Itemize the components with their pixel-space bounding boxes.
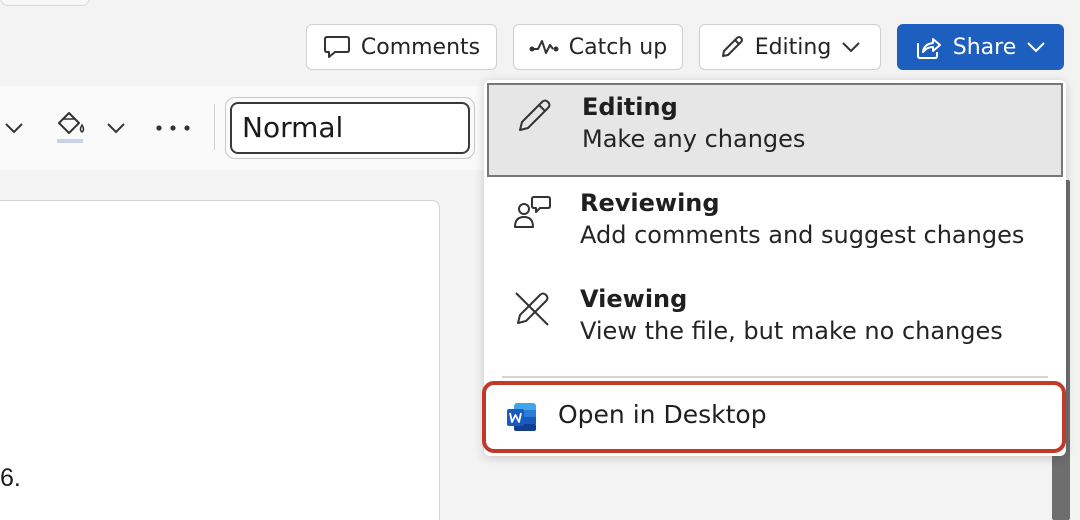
reviewer-icon	[512, 193, 552, 233]
menu-item-description: View the file, but make no changes	[580, 317, 1003, 345]
chevron-down-icon[interactable]	[104, 114, 128, 142]
shading-icon[interactable]	[52, 106, 88, 146]
comments-button[interactable]: Comments	[306, 24, 497, 70]
catch-up-button[interactable]: Catch up	[513, 24, 683, 70]
chevron-down-icon[interactable]	[2, 114, 26, 142]
share-icon	[915, 34, 943, 60]
open-in-desktop-label: Open in Desktop	[558, 400, 767, 429]
comments-label: Comments	[360, 34, 481, 60]
menu-item-editing[interactable]: Editing Make any changes	[487, 83, 1063, 177]
pencil-icon	[514, 96, 554, 136]
menu-item-title: Editing	[582, 93, 678, 121]
menu-item-viewing[interactable]: Viewing View the file, but make no chang…	[484, 275, 1066, 369]
chevron-down-icon	[841, 40, 861, 54]
document-text: 6.	[0, 464, 21, 492]
menu-item-reviewing[interactable]: Reviewing Add comments and suggest chang…	[484, 179, 1066, 273]
word-app-icon	[506, 401, 538, 433]
menu-divider	[502, 376, 1048, 378]
style-picker[interactable]: Normal	[230, 102, 470, 154]
app-window: Comments Catch up Editing Share Normal 6…	[0, 0, 1080, 520]
menu-item-title: Reviewing	[580, 189, 720, 217]
editing-label: Editing	[754, 34, 832, 60]
menu-item-description: Add comments and suggest changes	[580, 221, 1025, 249]
pencil-off-icon	[512, 289, 552, 329]
more-options-icon[interactable]	[152, 114, 194, 142]
open-in-desktop-button[interactable]: Open in Desktop	[484, 384, 1066, 450]
document-page[interactable]	[0, 200, 440, 520]
editing-mode-button[interactable]: Editing	[699, 24, 881, 70]
mode-menu: Editing Make any changes Reviewing Add c…	[484, 80, 1066, 456]
chevron-down-icon	[1026, 40, 1046, 54]
share-button[interactable]: Share	[897, 24, 1064, 70]
comment-icon	[323, 34, 351, 60]
menu-item-description: Make any changes	[582, 125, 806, 153]
tab-fragment	[0, 0, 90, 6]
share-label: Share	[952, 34, 1017, 60]
toolbar-divider	[214, 104, 215, 150]
menu-item-title: Viewing	[580, 285, 688, 313]
pulse-icon	[529, 37, 559, 57]
pencil-icon	[719, 34, 745, 60]
catch-up-label: Catch up	[568, 34, 668, 60]
